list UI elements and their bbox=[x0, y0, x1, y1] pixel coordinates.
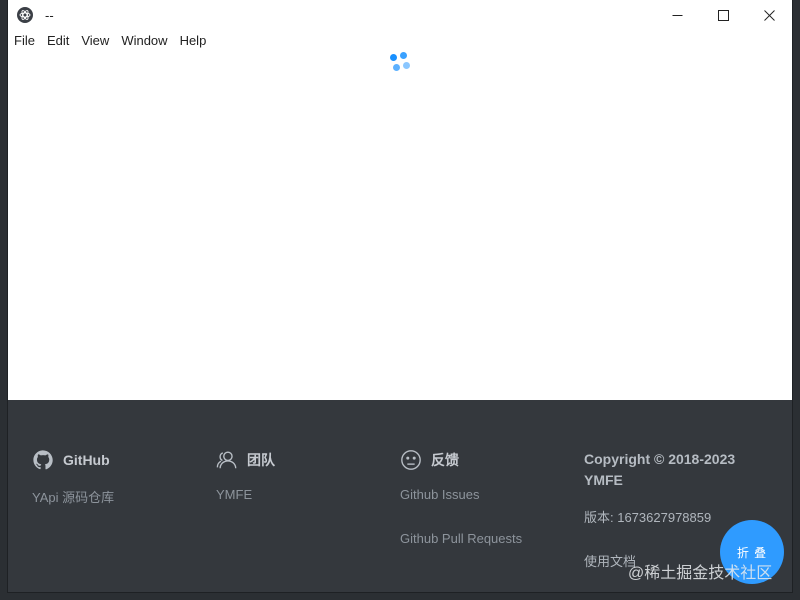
minimize-button[interactable] bbox=[654, 0, 700, 30]
window-title: -- bbox=[45, 7, 54, 23]
link-github-pull-requests[interactable]: Github Pull Requests bbox=[400, 531, 522, 546]
atom-icon bbox=[19, 10, 31, 20]
footer-column-copyright: Copyright © 2018-2023 YMFE 版本: 167362797… bbox=[584, 449, 764, 569]
menu-bar: File Edit View Window Help bbox=[8, 30, 792, 52]
menu-view[interactable]: View bbox=[75, 30, 115, 52]
footer-column-team: 团队 YMFE bbox=[216, 449, 275, 502]
menu-window[interactable]: Window bbox=[115, 30, 173, 52]
team-title: 团队 bbox=[247, 452, 275, 468]
github-icon bbox=[32, 449, 54, 471]
footer-column-github: GitHub YApi 源码仓库 bbox=[32, 449, 114, 505]
title-bar[interactable]: -- bbox=[8, 0, 792, 30]
feedback-icon bbox=[400, 449, 422, 471]
github-title: GitHub bbox=[63, 452, 110, 468]
electron-app-icon bbox=[17, 7, 33, 23]
link-yapi-repo[interactable]: YApi 源码仓库 bbox=[32, 487, 114, 506]
maximize-icon bbox=[717, 9, 729, 21]
footer-column-feedback: 反馈 Github Issues Github Pull Requests bbox=[400, 449, 522, 546]
footer: GitHub YApi 源码仓库 团队 YMFE 反馈 Github Issue… bbox=[8, 400, 792, 592]
close-button[interactable] bbox=[746, 0, 792, 30]
menu-edit[interactable]: Edit bbox=[41, 30, 75, 52]
minimize-icon bbox=[672, 14, 682, 16]
footer-heading-github: GitHub bbox=[32, 449, 110, 471]
footer-heading-feedback: 反馈 bbox=[400, 449, 459, 471]
window-controls bbox=[654, 0, 792, 30]
menu-file[interactable]: File bbox=[8, 30, 41, 52]
footer-heading-team: 团队 bbox=[216, 449, 275, 471]
watermark-text: @稀土掘金技术社区 bbox=[628, 565, 773, 582]
link-ymfe[interactable]: YMFE bbox=[216, 487, 252, 502]
main-content bbox=[8, 52, 792, 400]
close-icon bbox=[763, 9, 775, 21]
link-github-issues[interactable]: Github Issues bbox=[400, 487, 480, 502]
team-icon bbox=[216, 449, 238, 471]
app-window: -- File Edit View Window Help GitHub YAp… bbox=[8, 0, 792, 592]
version-text: 版本: 1673627978859 bbox=[584, 510, 712, 525]
loading-spinner bbox=[389, 52, 411, 74]
copyright-text: Copyright © 2018-2023 YMFE bbox=[584, 451, 736, 488]
maximize-button[interactable] bbox=[700, 0, 746, 30]
feedback-title: 反馈 bbox=[431, 452, 459, 468]
menu-help[interactable]: Help bbox=[174, 30, 213, 52]
